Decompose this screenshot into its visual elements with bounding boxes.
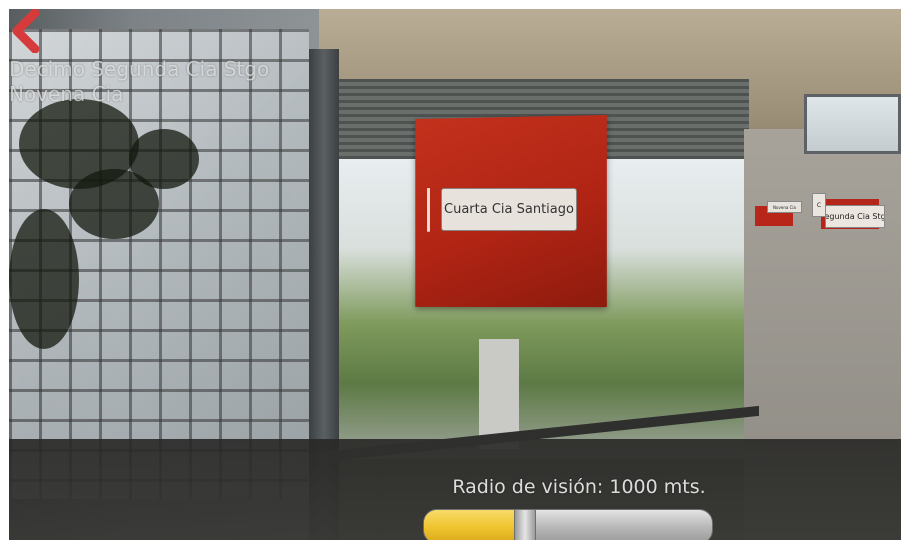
radius-slider[interactable] [423, 509, 713, 540]
poi-list-item[interactable]: Decimo Segunda Cia Stgo [9, 57, 269, 82]
chevron-left-icon [12, 9, 40, 54]
ar-marker-label[interactable]: Cuarta Cia Santiago [441, 188, 577, 231]
radius-caption: Radio de visión: 1000 mts. [452, 476, 706, 498]
scene-foliage [129, 129, 199, 189]
back-button[interactable] [9, 9, 45, 54]
camera-view: Cuarta Cia Santiago Novena Cia C Segunda… [9, 9, 901, 540]
scene-foliage [9, 209, 79, 349]
poi-list: Decimo Segunda Cia Stgo Novena Cia [9, 57, 269, 107]
ar-marker-label[interactable]: Novena Cia [767, 201, 802, 213]
slider-fill [424, 510, 525, 540]
scene-right-window [804, 94, 901, 154]
ar-marker-label[interactable]: C [812, 193, 826, 217]
slider-thumb[interactable] [514, 510, 536, 540]
ar-marker-label[interactable]: Segunda Cia Stgo [825, 205, 885, 228]
poi-list-item[interactable]: Novena Cia [9, 82, 269, 107]
